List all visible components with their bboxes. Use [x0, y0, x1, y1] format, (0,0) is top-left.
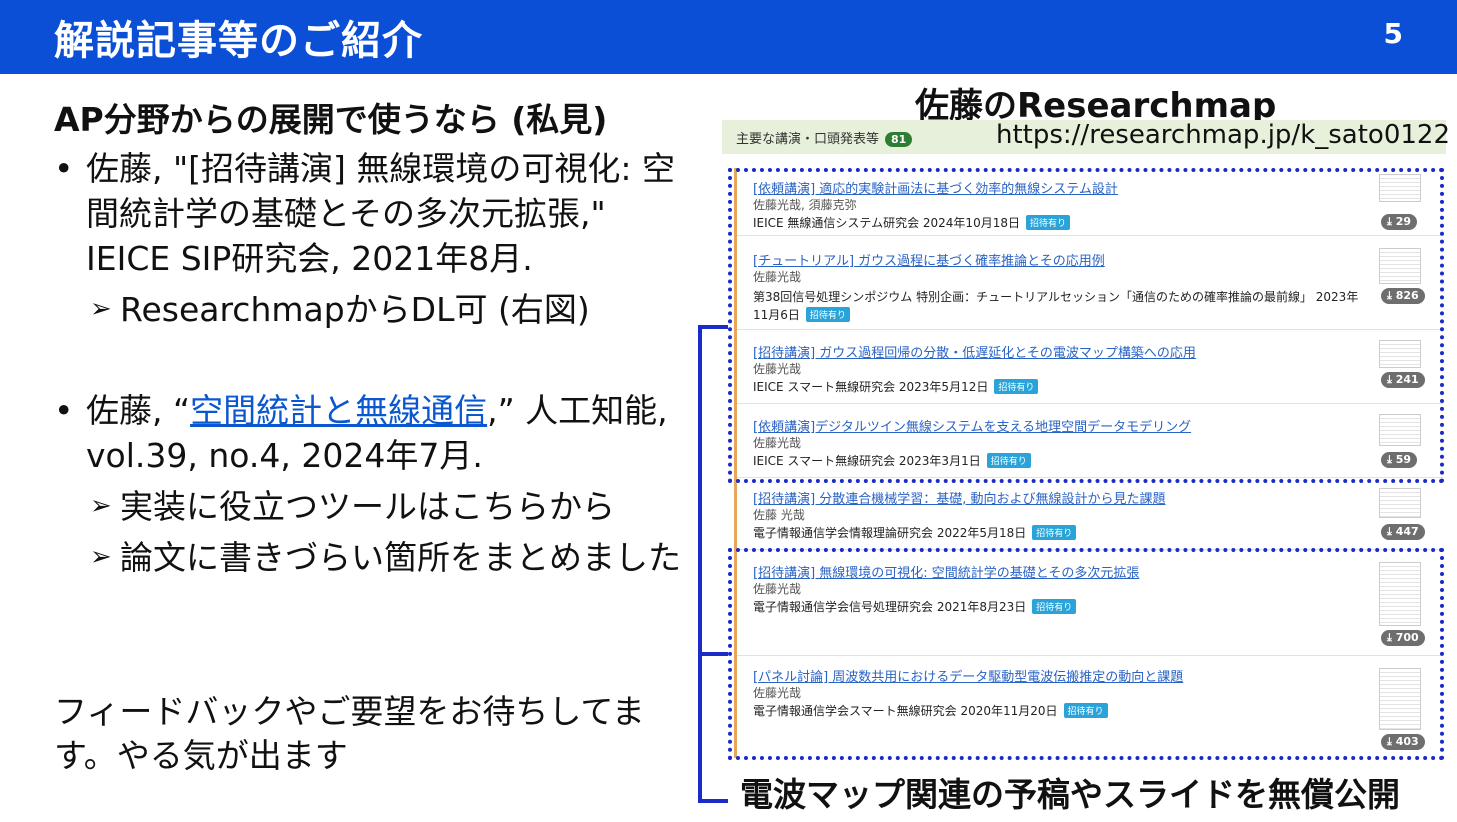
download-count[interactable]: ⤓ 447 — [1381, 524, 1425, 540]
sub-item-tools: ➢ 実装に役立つツールはこちらから — [54, 484, 684, 529]
list-header-label: 主要な講演・口頭発表等 81 — [736, 128, 913, 147]
feedback-text: フィードバックやご要望をお待ちしてます。やる気が出ます — [54, 692, 645, 775]
highlight-box-upper — [728, 168, 1444, 483]
bullet-dot: • — [54, 149, 74, 188]
bracket-line-middle — [698, 652, 728, 656]
bullet-item-2: • 佐藤, “空間統計と無線通信,” 人工知能, vol.39, no.4, 2… — [54, 388, 684, 478]
slide-title: 解説記事等のご紹介 — [54, 18, 423, 64]
slide-header: 解説記事等のご紹介 5 — [0, 0, 1457, 74]
bracket-line-vertical — [698, 325, 702, 803]
highlight-box-lower — [728, 548, 1444, 760]
sub-item-notes: ➢ 論文に書きづらい箇所をまとめました — [54, 535, 684, 580]
bullet-text: 佐藤, "[招待講演] 無線環境の可視化: 空間統計学の基礎とその多次元拡張,"… — [86, 149, 676, 278]
sub-text: 論文に書きづらい箇所をまとめました — [120, 538, 681, 577]
sub-text: ResearchmapからDL可 (右図) — [120, 290, 590, 329]
bullet-dot: • — [54, 391, 74, 430]
page-number: 5 — [1383, 17, 1403, 50]
sub-text: 実装に役立つツールはこちらから — [120, 487, 615, 526]
arrow-icon: ➢ — [90, 491, 112, 521]
sub-item-researchmap: ➢ ResearchmapからDL可 (右図) — [54, 287, 684, 332]
bracket-line-top — [698, 325, 728, 329]
bullet-item-1: • 佐藤, "[招待講演] 無線環境の可視化: 空間統計学の基礎とその多次元拡張… — [54, 146, 684, 281]
section-heading: AP分野からの展開で使うなら (私見) — [54, 100, 608, 139]
caption: 電波マップ関連の予稿やスライドを無償公開 — [740, 775, 1400, 814]
bullet-prefix: 佐藤, “ — [86, 391, 191, 430]
invited-tag: 招待有り — [1032, 525, 1077, 540]
bracket-line-bottom — [698, 799, 728, 803]
left-column: AP分野からの展開で使うなら (私見) • 佐藤, "[招待講演] 無線環境の可… — [54, 98, 684, 580]
venue: 電子情報通信学会情報理論研究会 2022年5月18日 招待有り — [753, 524, 1077, 541]
count-badge: 81 — [885, 132, 913, 147]
arrow-icon: ➢ — [90, 542, 112, 572]
article-link[interactable]: 空間統計と無線通信 — [190, 391, 487, 430]
authors: 佐藤 光哉 — [753, 508, 805, 522]
arrow-icon: ➢ — [90, 294, 112, 324]
list-item: [招待講演] 分散連合機械学習：基礎, 動向および無線設計から見た課題 佐藤 光… — [737, 484, 1443, 550]
document-thumbnail[interactable] — [1379, 488, 1421, 518]
presentation-title-link[interactable]: [招待講演] 分散連合機械学習：基礎, 動向および無線設計から見た課題 — [753, 488, 1166, 507]
researchmap-url[interactable]: https://researchmap.jp/k_sato0122 — [996, 120, 1450, 150]
